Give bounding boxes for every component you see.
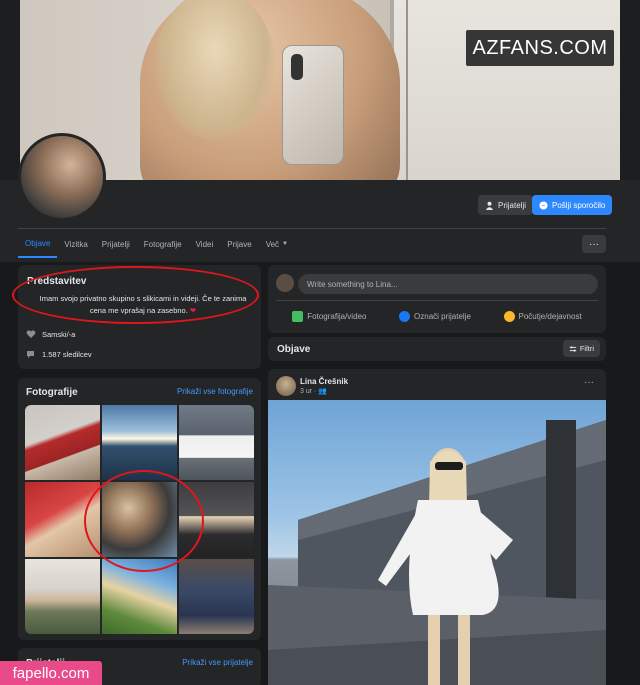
post-menu-button[interactable]: ··· xyxy=(584,377,594,388)
more-options-button[interactable]: ··· xyxy=(582,235,606,253)
composer-avatar xyxy=(276,274,294,292)
tab-more[interactable]: Več ▼ xyxy=(259,230,295,258)
photo-thumbnail[interactable] xyxy=(25,405,100,480)
photo-video-label: Fotografija/video xyxy=(307,311,367,321)
post-author-avatar[interactable] xyxy=(276,376,296,396)
post-card: Lina Črešnik 3 ur · 👥 ··· xyxy=(268,369,606,685)
composer-actions: Fotografija/video Označi prijatelje Poču… xyxy=(276,303,598,329)
tag-friends-button[interactable]: Označi prijatelje xyxy=(399,310,471,322)
see-all-photos-link[interactable]: Prikaži vse fotografije xyxy=(177,387,253,396)
photo-video-button[interactable]: Fotografija/video xyxy=(292,310,367,322)
post-photo[interactable] xyxy=(268,400,606,685)
profile-tabs: Objave Vizitka Prijatelji Fotografije Vi… xyxy=(18,230,295,258)
photo-icon xyxy=(292,310,304,322)
followers-row[interactable]: 1.587 sledilcev xyxy=(26,349,92,359)
composer-input[interactable]: Write something to Lina... xyxy=(298,274,598,294)
followers-count: 1.587 sledilcev xyxy=(42,349,92,359)
photo-thumbnail[interactable] xyxy=(25,559,100,634)
see-all-friends-link[interactable]: Prikaži vse prijatelje xyxy=(182,658,253,667)
tab-photos[interactable]: Fotografije xyxy=(137,230,189,258)
post-timestamp[interactable]: 3 ur · 👥 xyxy=(300,387,327,395)
post-photo-scene xyxy=(268,420,606,685)
fapello-watermark: fapello.com xyxy=(0,661,102,685)
feeling-activity-button[interactable]: Počutje/dejavnost xyxy=(503,310,582,322)
filters-button[interactable]: Filtri xyxy=(562,340,600,357)
sliders-icon xyxy=(569,345,577,352)
post-time-text: 3 ur · xyxy=(300,388,319,395)
tag-friends-label: Označi prijatelje xyxy=(414,311,471,321)
heart-outline-icon xyxy=(26,330,36,338)
chevron-down-icon: ▼ xyxy=(282,241,288,247)
photo-thumbnail[interactable] xyxy=(102,405,177,480)
photos-title: Fotografije xyxy=(26,387,78,398)
posts-header: Objave Filtri xyxy=(268,337,606,361)
photo-thumbnail[interactable] xyxy=(179,405,254,480)
send-message-button[interactable]: Pošlji sporočilo xyxy=(532,195,613,215)
profile-picture[interactable] xyxy=(18,133,106,221)
photo-thumbnail[interactable] xyxy=(179,559,254,634)
smiley-icon xyxy=(503,310,515,322)
friends-button[interactable]: Prijatelji xyxy=(478,195,534,215)
feeling-activity-label: Počutje/dejavnost xyxy=(518,311,582,321)
tab-friends[interactable]: Prijatelji xyxy=(95,230,137,258)
send-message-label: Pošlji sporočilo xyxy=(552,200,606,210)
tab-more-label: Več xyxy=(265,239,280,249)
header-divider xyxy=(18,228,606,229)
photo-annotation-ellipse xyxy=(84,470,204,572)
posts-title: Objave xyxy=(277,344,311,355)
composer-divider xyxy=(276,300,598,301)
filters-label: Filtri xyxy=(579,344,594,353)
post-composer: Write something to Lina... Fotografija/v… xyxy=(268,265,606,333)
tag-people-icon xyxy=(399,310,411,322)
cover-photo[interactable] xyxy=(20,0,620,180)
friends-audience-icon: 👥 xyxy=(318,388,328,395)
tab-checkins[interactable]: Prijave xyxy=(220,230,258,258)
relationship-row: Samski/-a xyxy=(26,329,75,339)
azfans-watermark: AZFANS.COM xyxy=(466,30,614,66)
followers-icon xyxy=(27,351,34,358)
tab-videos[interactable]: Videi xyxy=(189,230,221,258)
bio-annotation-ellipse xyxy=(12,266,259,324)
relationship-status: Samski/-a xyxy=(42,329,76,339)
friends-button-label: Prijatelji xyxy=(498,200,527,210)
post-author-name[interactable]: Lina Črešnik xyxy=(300,377,348,386)
tab-about[interactable]: Vizitka xyxy=(57,230,94,258)
person-icon xyxy=(485,201,494,210)
messenger-icon xyxy=(539,200,548,210)
tab-posts[interactable]: Objave xyxy=(18,230,58,258)
